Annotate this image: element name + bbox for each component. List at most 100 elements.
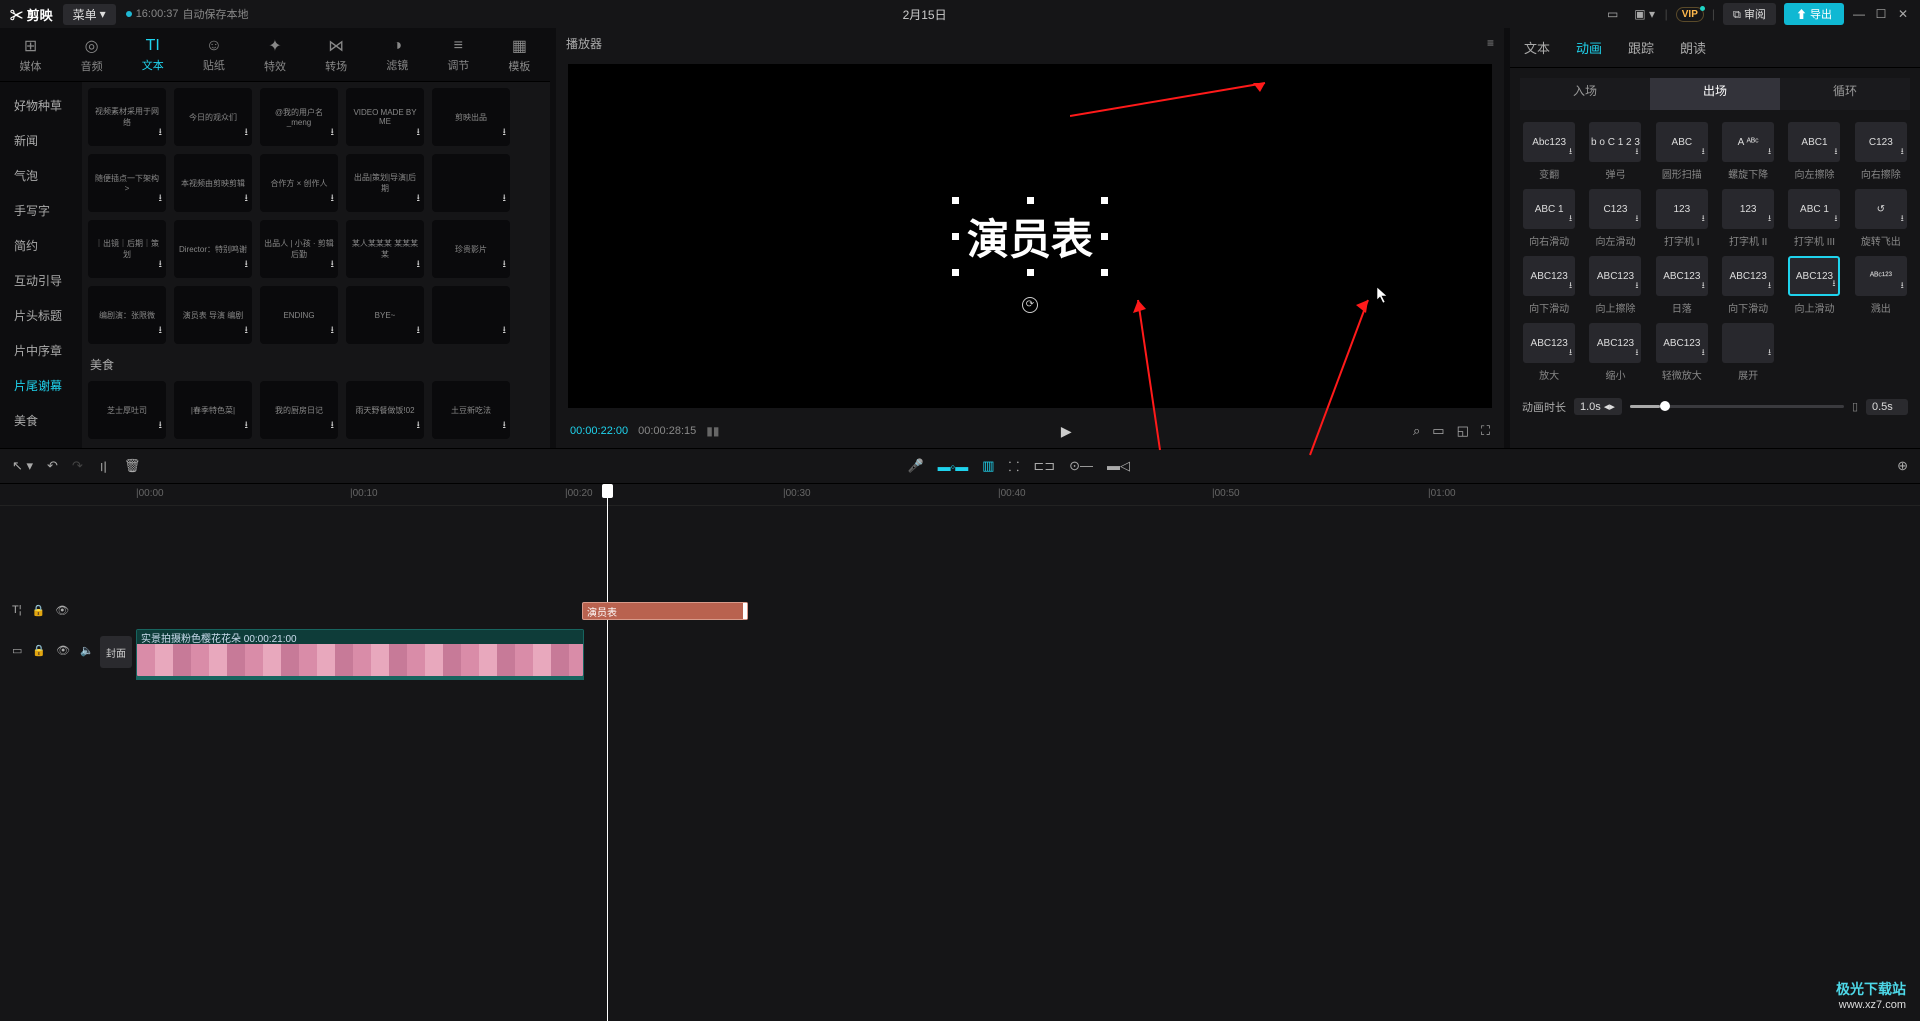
mic-icon[interactable]: 🎤 — [907, 458, 923, 474]
animation-item[interactable]: ABC123⭳向下滑动 — [1520, 256, 1578, 315]
download-icon[interactable]: ⭳ — [1768, 278, 1771, 294]
template-thumb[interactable]: 视频素材采用于网络⭳ — [88, 88, 166, 146]
category-item[interactable]: 气泡 — [0, 158, 82, 193]
menu-button[interactable]: 菜单 ▾ — [63, 4, 116, 25]
animation-item[interactable]: b o C 1 2 3⭳弹弓 — [1586, 122, 1644, 181]
select-tool-icon[interactable]: ↖ ▾ — [12, 458, 33, 474]
download-icon[interactable]: ⭳ — [417, 191, 421, 208]
download-icon[interactable]: ⭳ — [503, 257, 507, 274]
download-icon[interactable]: ⭳ — [159, 418, 163, 435]
template-thumb[interactable]: |春季特色菜|⭳ — [174, 381, 252, 439]
template-thumb[interactable]: @我的用户名_meng⭳ — [260, 88, 338, 146]
marker-icon[interactable]: ▮▮ — [706, 424, 719, 438]
download-icon[interactable]: ⭳ — [1901, 278, 1904, 294]
download-icon[interactable]: ⭳ — [1901, 144, 1904, 160]
preview-canvas[interactable]: 演员表 ⟳ — [568, 64, 1492, 408]
category-item[interactable]: 字幕 — [0, 438, 82, 448]
download-icon[interactable]: ⭳ — [1702, 211, 1705, 227]
zoom-fit-icon[interactable]: ⊕ — [1897, 458, 1908, 474]
sub-tab-出场[interactable]: 出场 — [1650, 78, 1780, 110]
download-icon[interactable]: ⭳ — [159, 257, 163, 274]
download-icon[interactable]: ⭳ — [503, 418, 507, 435]
download-icon[interactable]: ⭳ — [1832, 276, 1835, 292]
review-button[interactable]: ⧉ 审阅 — [1723, 3, 1776, 25]
mode-tab-转场[interactable]: ⋈转场 — [306, 28, 367, 81]
mode-tab-特效[interactable]: ✦特效 — [244, 28, 305, 81]
duration-marker-icon[interactable]: ▯ — [1852, 400, 1858, 413]
layout-icon-2[interactable]: ▣ ▾ — [1633, 4, 1657, 24]
download-icon[interactable]: ⭳ — [1569, 144, 1572, 160]
mode-tab-贴纸[interactable]: ☺贴纸 — [183, 28, 244, 81]
animation-item[interactable]: ᴬᴮᶜ¹²³⭳溅出 — [1852, 256, 1910, 315]
undo-icon[interactable]: ↶ — [47, 458, 58, 474]
export-button[interactable]: ⬆ 导出 — [1784, 3, 1844, 25]
download-icon[interactable]: ⭳ — [1901, 211, 1904, 227]
download-icon[interactable]: ⭳ — [1635, 211, 1638, 227]
template-thumb[interactable]: 雨天野餐做饭!02⭳ — [346, 381, 424, 439]
download-icon[interactable]: ⭳ — [1834, 211, 1837, 227]
animation-item[interactable]: Abc123⭳变翻 — [1520, 122, 1578, 181]
animation-item[interactable]: ABC123⭳向下滑动 — [1719, 256, 1777, 315]
download-icon[interactable]: ⭳ — [159, 125, 163, 142]
animation-item[interactable]: ABC 1⭳向右滑动 — [1520, 189, 1578, 248]
rotate-handle[interactable]: ⟳ — [1022, 297, 1038, 313]
sub-tab-循环[interactable]: 循环 — [1780, 78, 1910, 110]
category-item[interactable]: 简约 — [0, 228, 82, 263]
category-item[interactable]: 新闻 — [0, 123, 82, 158]
video-track-controls[interactable]: ▭ 🔒 👁 🔈 — [12, 644, 94, 657]
mode-tab-模板[interactable]: ▦模板 — [489, 28, 550, 81]
preview-menu-icon[interactable]: ≡ — [1487, 36, 1494, 50]
download-icon[interactable]: ⭳ — [1569, 278, 1572, 294]
template-thumb[interactable]: 珍贵影片⭳ — [432, 220, 510, 278]
mode-tab-文本[interactable]: TI文本 — [122, 28, 183, 81]
animation-item[interactable]: ABC123⭳日落 — [1653, 256, 1711, 315]
download-icon[interactable]: ⭳ — [1768, 211, 1771, 227]
template-thumb[interactable]: ⭳ — [432, 154, 510, 212]
template-thumb[interactable]: 编剧演：张限微⭳ — [88, 286, 166, 344]
cover-button[interactable]: 封面 — [100, 636, 132, 668]
download-icon[interactable]: ⭳ — [1635, 345, 1638, 361]
timeline-ruler[interactable]: |00:00|00:10|00:20|00:30|00:40|00:50|01:… — [0, 484, 1920, 506]
template-thumb[interactable]: VIDEO MADE BY ME⭳ — [346, 88, 424, 146]
download-icon[interactable]: ⭳ — [503, 191, 507, 208]
template-thumb[interactable]: 本视频由剪映剪辑⭳ — [174, 154, 252, 212]
ratio-icon[interactable]: ▭ — [1432, 423, 1444, 439]
preview-mode-icon[interactable]: ⊙— — [1069, 458, 1093, 474]
template-thumb[interactable]: BYE~⭳ — [346, 286, 424, 344]
download-icon[interactable]: ⭳ — [245, 125, 249, 142]
link-icon[interactable]: ⸬ — [1009, 457, 1020, 475]
text-clip[interactable]: 演员表 — [582, 602, 748, 620]
animation-item[interactable]: A ᴬᴮᶜ⭳螺旋下降 — [1719, 122, 1777, 181]
animation-item[interactable]: ↺⭳旋转飞出 — [1852, 189, 1910, 248]
download-icon[interactable]: ⭳ — [331, 323, 335, 340]
download-icon[interactable]: ⭳ — [1702, 278, 1705, 294]
maximize-icon[interactable]: ☐ — [1874, 7, 1888, 21]
animation-item[interactable]: ABC123⭳放大 — [1520, 323, 1578, 382]
download-icon[interactable]: ⭳ — [245, 257, 249, 274]
download-icon[interactable]: ⭳ — [1635, 278, 1638, 294]
cut-mode-icon[interactable]: ⊏⊐ — [1033, 458, 1055, 474]
inspector-tab-朗读[interactable]: 朗读 — [1680, 38, 1706, 57]
template-thumb[interactable]: 芝士厚吐司⭳ — [88, 381, 166, 439]
template-thumb[interactable]: 出品人 | 小孩 · 剪辑后勤⭳ — [260, 220, 338, 278]
mode-tab-媒体[interactable]: ⊞媒体 — [0, 28, 61, 81]
download-icon[interactable]: ⭳ — [1569, 345, 1572, 361]
fullscreen-icon[interactable]: ⛶ — [1481, 423, 1490, 439]
layout-icon-1[interactable]: ▭ — [1601, 4, 1625, 24]
template-thumb[interactable]: 某人某某某 某某某某⭳ — [346, 220, 424, 278]
template-thumb[interactable]: 演员表 导演 编剧⭳ — [174, 286, 252, 344]
download-icon[interactable]: ⭳ — [331, 191, 335, 208]
template-thumb[interactable]: 出品|策划|导演|后期⭳ — [346, 154, 424, 212]
download-icon[interactable]: ⭳ — [1702, 144, 1705, 160]
download-icon[interactable]: ⭳ — [245, 418, 249, 435]
animation-item[interactable]: C123⭳向左滑动 — [1586, 189, 1644, 248]
category-item[interactable]: 好物种草 — [0, 88, 82, 123]
animation-item[interactable]: 123⭳打字机 II — [1719, 189, 1777, 248]
download-icon[interactable]: ⭳ — [245, 323, 249, 340]
download-icon[interactable]: ⭳ — [1702, 345, 1705, 361]
clip-mode-icon[interactable]: ▬◁ — [1107, 458, 1130, 474]
video-clip[interactable]: 实景拍摄粉色樱花花朵 00:00:21:00 — [136, 629, 584, 677]
mode-tab-滤镜[interactable]: ◑滤镜 — [367, 28, 428, 81]
template-thumb[interactable]: 随便插点一下架构 >⭳ — [88, 154, 166, 212]
text-element[interactable]: 演员表 ⟳ — [955, 200, 1105, 273]
